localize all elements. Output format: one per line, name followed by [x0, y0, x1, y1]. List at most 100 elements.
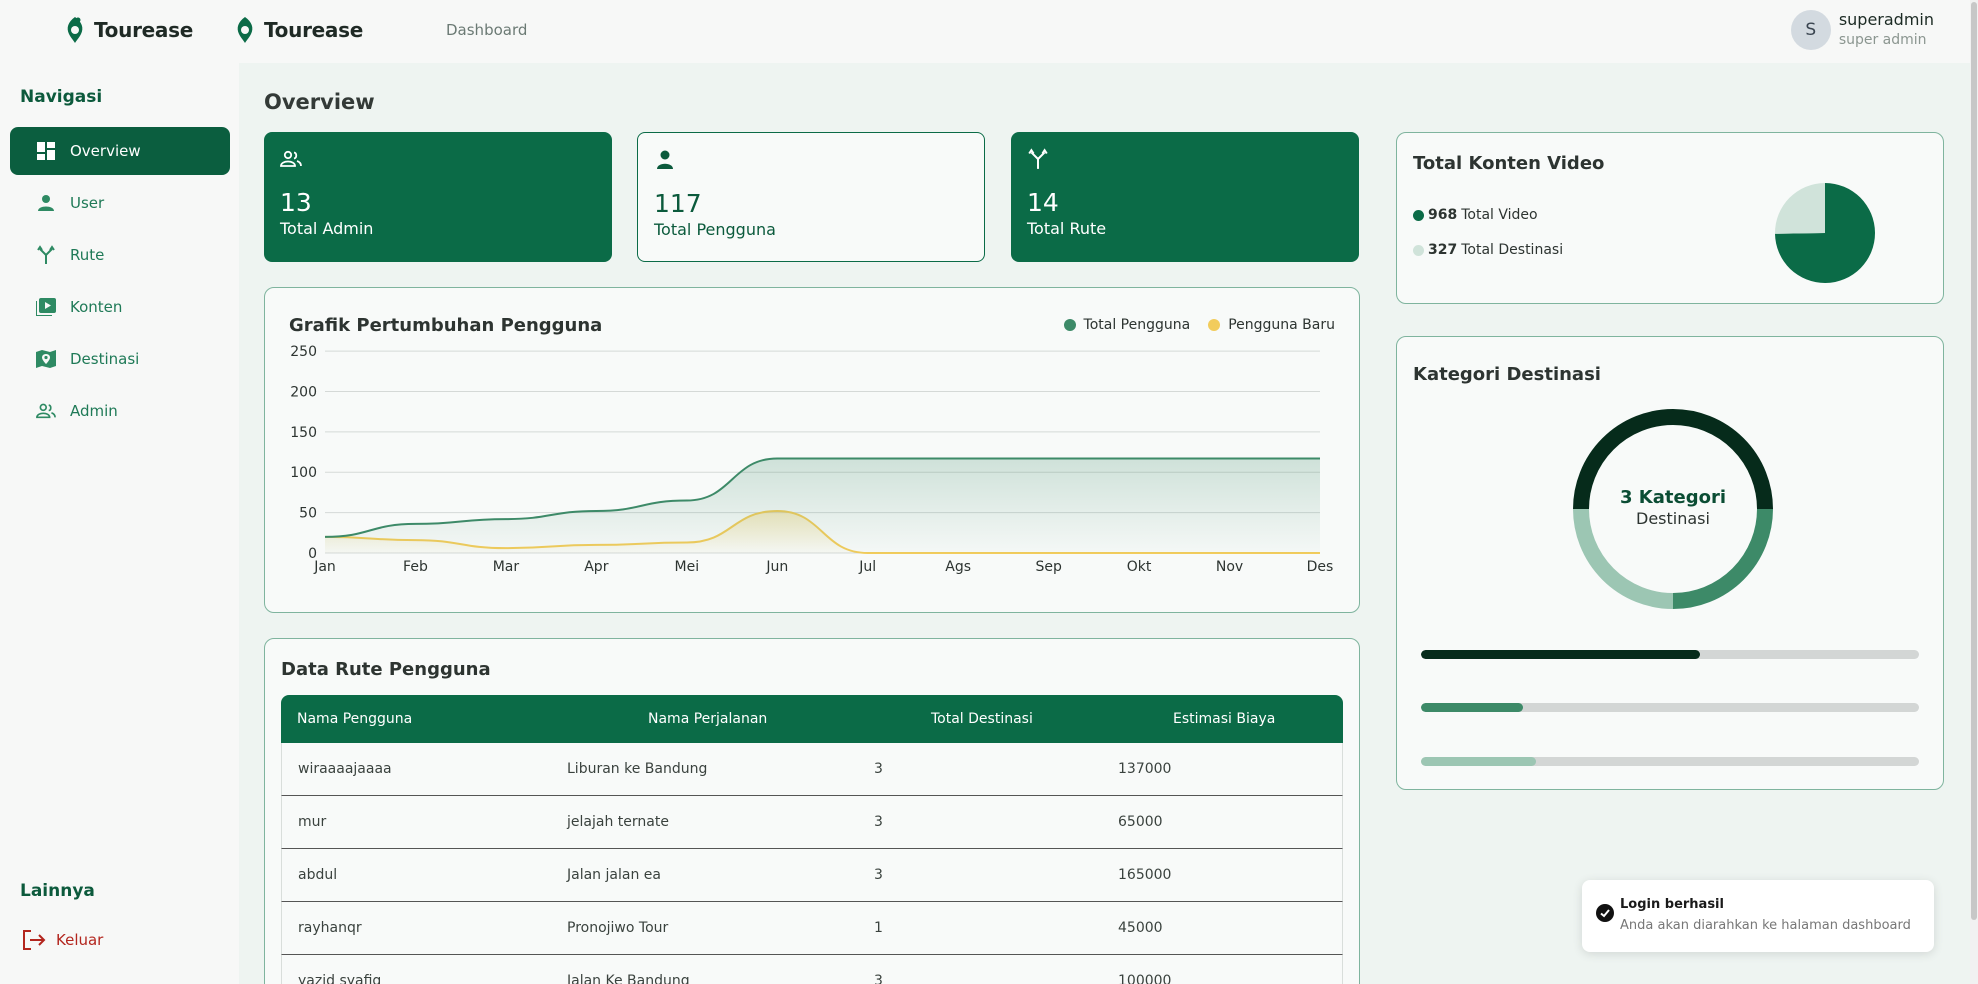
brand-name: Tourease — [264, 18, 363, 42]
cell-nama-perjalanan: Jalan Ke Bandung — [567, 973, 690, 984]
x-tick-label: Jul — [858, 559, 876, 575]
video-content-card: Total Konten Video 968 Total Video 327 T… — [1396, 132, 1944, 304]
sidebar-item-rute[interactable]: Rute — [10, 231, 230, 279]
sidebar-item-admin[interactable]: Admin — [10, 387, 230, 435]
video-pie-chart — [1775, 183, 1875, 283]
stat-value: 117 — [654, 189, 702, 218]
cell-nama-perjalanan: Liburan ke Bandung — [567, 761, 708, 777]
stat-label: Total Admin — [280, 219, 374, 238]
cell-estimasi-biaya: 100000 — [1118, 973, 1172, 984]
logo[interactable]: Tourease — [64, 16, 193, 44]
column-header[interactable]: Nama Perjalanan — [648, 711, 767, 727]
top-bar: Tourease Tourease Dashboard S superadmin… — [0, 0, 1970, 63]
cell-nama-perjalanan: Pronojiwo Tour — [567, 920, 669, 936]
scrollbar-thumb[interactable] — [1971, 2, 1977, 920]
logo-secondary[interactable]: Tourease — [234, 16, 363, 44]
column-header[interactable]: Estimasi Biaya — [1173, 711, 1275, 727]
legend-value: 968 — [1428, 207, 1458, 223]
legend-label: Total Video — [1461, 207, 1538, 223]
avatar[interactable]: S — [1790, 10, 1831, 50]
category-bar — [1421, 703, 1919, 712]
sidebar-item-label: Admin — [70, 402, 118, 420]
y-tick-label: 100 — [290, 465, 317, 481]
legend-dot — [1413, 244, 1424, 256]
x-tick-label: Sep — [1035, 559, 1062, 575]
dashboard-icon — [36, 141, 56, 161]
user-icon — [36, 193, 56, 213]
table-row[interactable]: rayhanqr Pronojiwo Tour 1 45000 — [281, 902, 1343, 955]
cell-total-destinasi: 3 — [874, 973, 883, 984]
x-tick-label: Apr — [584, 559, 608, 575]
nav-heading: Navigasi — [20, 87, 103, 107]
user-menu[interactable]: S superadmin super admin — [1790, 10, 1934, 50]
sidebar-item-label: Konten — [70, 298, 123, 316]
y-tick-label: 50 — [299, 506, 317, 522]
cell-total-destinasi: 3 — [874, 867, 883, 883]
sidebar-item-label: Destinasi — [70, 350, 140, 368]
y-tick-label: 250 — [290, 344, 317, 360]
category-card-title: Kategori Destinasi — [1413, 364, 1601, 385]
table-row[interactable]: mur jelajah ternate 3 65000 — [281, 796, 1343, 849]
legend-dot — [1413, 209, 1424, 221]
sidebar-item-label: Rute — [70, 246, 105, 264]
category-card: Kategori Destinasi 3 Kategori Destinasi — [1396, 336, 1944, 790]
scrollbar[interactable] — [1970, 0, 1978, 984]
logout-icon — [23, 930, 46, 950]
column-header[interactable]: Nama Pengguna — [297, 711, 412, 727]
category-bar-fill — [1421, 757, 1536, 766]
routes-table-title: Data Rute Pengguna — [281, 659, 491, 680]
sidebar-item-user[interactable]: User — [10, 179, 230, 227]
x-tick-label: Okt — [1127, 559, 1152, 575]
stat-card-rute[interactable]: 14 Total Rute — [1011, 132, 1359, 262]
map-pin-icon — [36, 349, 56, 369]
x-tick-label: Mar — [493, 559, 520, 575]
category-bar-fill — [1421, 650, 1700, 659]
x-tick-label: Jun — [765, 559, 788, 575]
cell-total-destinasi: 3 — [874, 761, 883, 777]
route-fork-icon — [1028, 148, 1048, 169]
routes-table-card: Data Rute Pengguna Nama Pengguna Nama Pe… — [264, 638, 1360, 984]
cell-total-destinasi: 3 — [874, 814, 883, 830]
logo-mark-icon — [67, 17, 83, 43]
category-bar — [1421, 650, 1919, 659]
x-tick-label: Feb — [403, 559, 428, 575]
stat-value: 13 — [280, 188, 312, 217]
table-row[interactable]: wiraaaajaaaa Liburan ke Bandung 3 137000 — [281, 743, 1343, 796]
video-legend-item: 968 Total Video — [1413, 207, 1538, 223]
page-title: Overview — [264, 90, 375, 114]
group-icon — [36, 401, 56, 421]
donut-center-value: 3 Kategori — [1620, 487, 1726, 508]
brand-name: Tourease — [94, 18, 193, 42]
stat-label: Total Rute — [1027, 219, 1107, 238]
table-header: Nama Pengguna Nama Perjalanan Total Dest… — [281, 695, 1343, 743]
cell-nama-pengguna: mur — [298, 814, 327, 830]
x-tick-label: Jan — [313, 559, 336, 575]
cell-estimasi-biaya: 65000 — [1118, 814, 1163, 830]
donut-center-label: Destinasi — [1636, 509, 1710, 528]
cell-nama-pengguna: wiraaaajaaaa — [298, 761, 392, 777]
stat-value: 14 — [1027, 188, 1059, 217]
other-heading: Lainnya — [20, 881, 95, 901]
sidebar-item-label: Overview — [70, 142, 141, 160]
logout-button[interactable]: Keluar — [22, 929, 103, 951]
toast-message: Anda akan diarahkan ke halaman dashboard — [1620, 918, 1911, 933]
group-icon — [280, 150, 302, 167]
table-row[interactable]: yazid syafiq Jalan Ke Bandung 3 100000 — [281, 955, 1343, 984]
cell-nama-pengguna: abdul — [298, 867, 338, 883]
category-bar — [1421, 757, 1919, 766]
toast-notification[interactable]: Login berhasil Anda akan diarahkan ke ha… — [1582, 880, 1934, 952]
growth-chart-card: Grafik Pertumbuhan Pengguna Total Penggu… — [264, 287, 1360, 613]
stat-card-pengguna[interactable]: 117 Total Pengguna — [637, 132, 985, 262]
breadcrumb[interactable]: Dashboard — [446, 21, 527, 39]
sidebar-item-overview[interactable]: Overview — [10, 127, 230, 175]
stat-card-admin[interactable]: 13 Total Admin — [264, 132, 612, 262]
cell-nama-pengguna: rayhanqr — [298, 920, 362, 936]
video-card-title: Total Konten Video — [1413, 153, 1605, 174]
sidebar-item-destinasi[interactable]: Destinasi — [10, 335, 230, 383]
cell-nama-perjalanan: jelajah ternate — [567, 814, 669, 830]
table-row[interactable]: abdul Jalan jalan ea 3 165000 — [281, 849, 1343, 902]
sidebar-item-konten[interactable]: Konten — [10, 283, 230, 331]
column-header[interactable]: Total Destinasi — [931, 711, 1033, 727]
x-tick-label: Ags — [945, 559, 971, 575]
legend-value: 327 — [1428, 242, 1458, 258]
